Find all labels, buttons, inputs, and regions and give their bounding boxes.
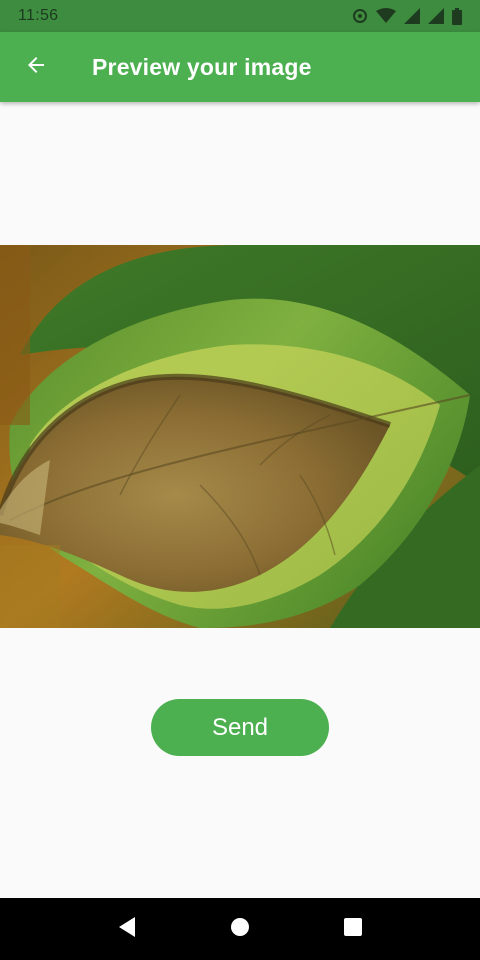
home-circle-icon <box>230 917 250 942</box>
nav-back-button[interactable] <box>107 909 147 949</box>
back-triangle-icon <box>117 916 137 943</box>
image-preview <box>0 245 480 628</box>
nav-bar <box>0 898 480 960</box>
screen: 11:56 Preview your image Send <box>0 0 480 960</box>
app-bar: Preview your image <box>0 32 480 102</box>
signal-icon <box>404 8 420 24</box>
back-button[interactable] <box>0 32 72 102</box>
leaf-photo <box>0 245 480 628</box>
nav-home-button[interactable] <box>220 909 260 949</box>
sync-icon <box>352 8 368 24</box>
recents-square-icon <box>343 917 363 942</box>
status-icons <box>352 7 462 25</box>
page-title: Preview your image <box>92 53 312 80</box>
status-time: 11:56 <box>18 7 59 24</box>
signal-icon <box>428 8 444 24</box>
nav-recents-button[interactable] <box>333 909 373 949</box>
send-button[interactable]: Send <box>151 699 329 756</box>
battery-icon <box>452 7 462 25</box>
wifi-icon <box>376 8 396 24</box>
status-bar: 11:56 <box>0 0 480 32</box>
arrow-back-icon <box>24 53 48 82</box>
